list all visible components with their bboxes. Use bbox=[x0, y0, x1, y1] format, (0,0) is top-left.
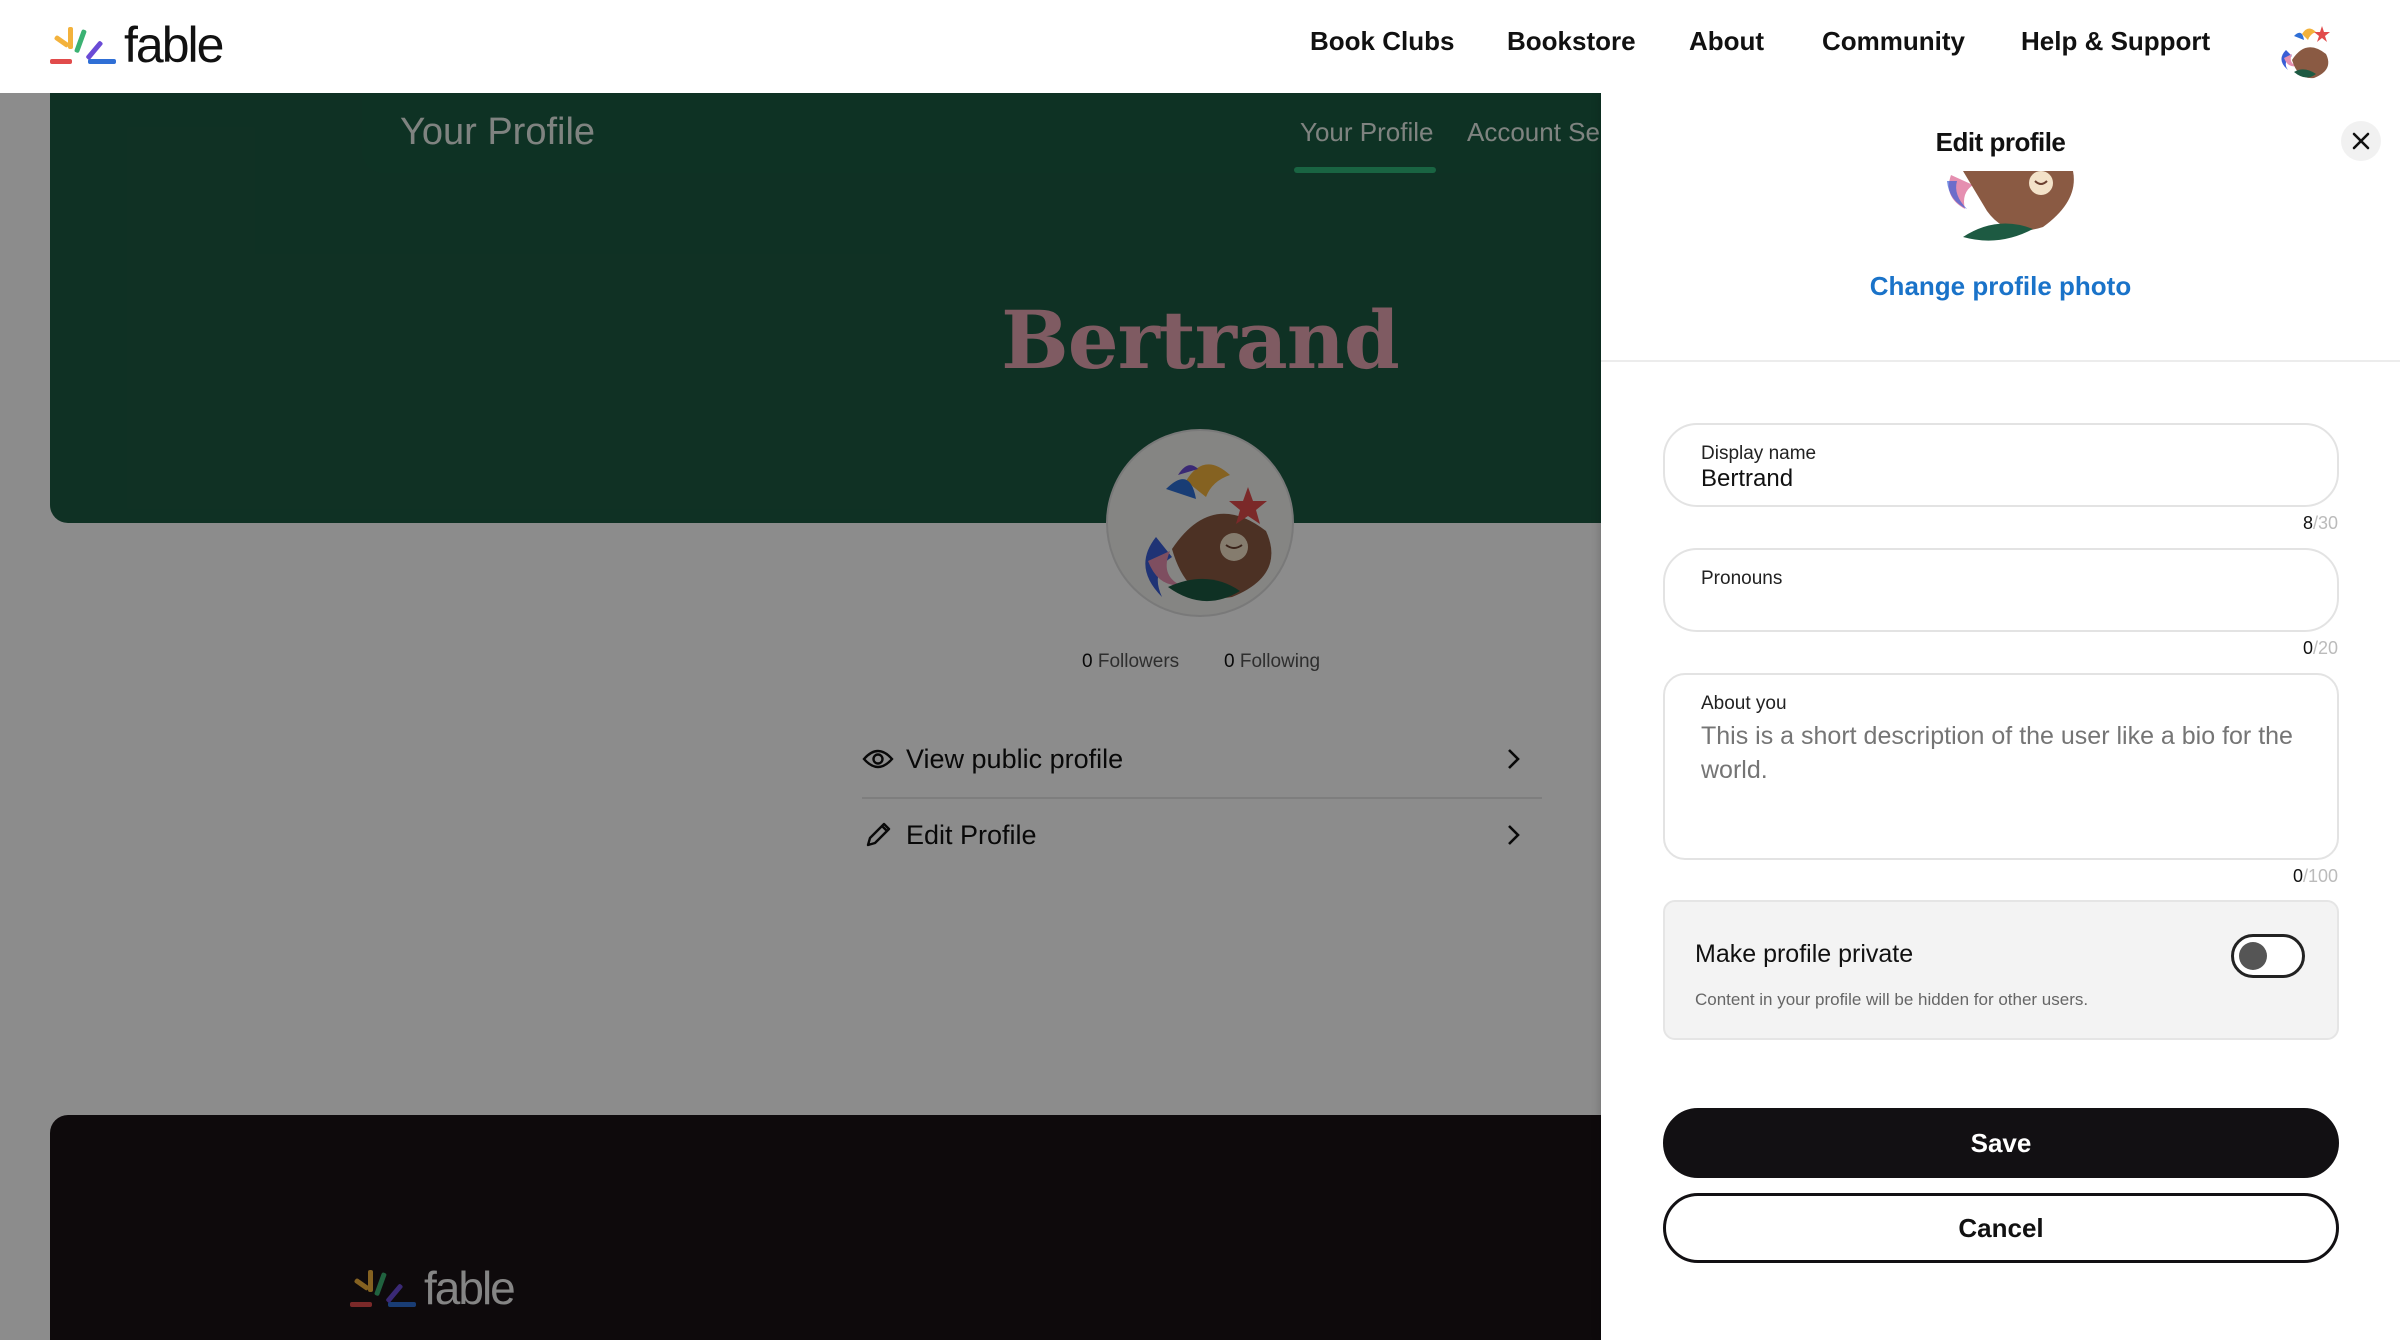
nav-book-clubs[interactable]: Book Clubs bbox=[1310, 26, 1454, 57]
pronouns-max: /20 bbox=[2312, 638, 2338, 658]
display-name-count: 8 bbox=[2302, 513, 2313, 533]
toggle-knob bbox=[2239, 942, 2267, 970]
pronouns-field[interactable]: Pronouns bbox=[1663, 548, 2339, 632]
about-you-label: About you bbox=[1701, 693, 1787, 714]
display-name-max: /30 bbox=[2312, 513, 2338, 533]
panel-profile-photo bbox=[1937, 171, 2085, 241]
display-name-input[interactable] bbox=[1701, 465, 2301, 493]
about-you-max: /100 bbox=[2302, 866, 2338, 886]
display-name-label: Display name bbox=[1701, 443, 1817, 464]
nav-community[interactable]: Community bbox=[1822, 26, 1965, 57]
panel-title: Edit profile bbox=[1935, 127, 2066, 157]
change-profile-photo-link[interactable]: Change profile photo bbox=[1601, 271, 2400, 302]
about-you-textarea[interactable] bbox=[1701, 719, 2301, 809]
pronouns-input[interactable] bbox=[1701, 590, 2301, 618]
private-profile-setting: Make profile private Content in your pro… bbox=[1663, 900, 2339, 1040]
top-navigation-bar: fable Book Clubs Bookstore About Communi… bbox=[0, 0, 2400, 93]
user-avatar-icon[interactable] bbox=[2272, 20, 2338, 86]
pronouns-counter: 0/20 bbox=[2303, 638, 2338, 659]
pronouns-label: Pronouns bbox=[1701, 568, 1783, 589]
pronouns-count: 0 bbox=[2302, 638, 2313, 658]
nav-about[interactable]: About bbox=[1689, 26, 1764, 57]
cancel-button[interactable]: Cancel bbox=[1663, 1193, 2339, 1263]
nav-help-support[interactable]: Help & Support bbox=[2021, 26, 2210, 57]
display-name-field[interactable]: Display name bbox=[1663, 423, 2339, 507]
display-name-counter: 8/30 bbox=[2303, 513, 2338, 534]
panel-divider bbox=[1601, 360, 2400, 362]
about-you-field[interactable]: About you bbox=[1663, 673, 2339, 860]
about-you-counter: 0/100 bbox=[2293, 866, 2338, 887]
fable-wordmark: fable bbox=[124, 17, 224, 73]
about-you-count: 0 bbox=[2292, 866, 2303, 886]
save-button[interactable]: Save bbox=[1663, 1108, 2339, 1178]
close-button[interactable] bbox=[2341, 121, 2381, 161]
nav-bookstore[interactable]: Bookstore bbox=[1507, 26, 1636, 57]
fable-logo-mark-icon bbox=[50, 27, 116, 64]
fable-logo[interactable]: fable bbox=[48, 17, 224, 73]
profile-photo-illustration-icon bbox=[1947, 171, 2074, 241]
modal-backdrop[interactable] bbox=[0, 93, 1602, 1340]
edit-profile-panel: Edit profile Change profile photo Displa… bbox=[1601, 93, 2400, 1340]
private-profile-title: Make profile private bbox=[1695, 940, 1914, 968]
private-profile-description: Content in your profile will be hidden f… bbox=[1695, 990, 2089, 1009]
private-profile-toggle[interactable] bbox=[2231, 934, 2305, 978]
close-icon bbox=[2352, 132, 2370, 150]
